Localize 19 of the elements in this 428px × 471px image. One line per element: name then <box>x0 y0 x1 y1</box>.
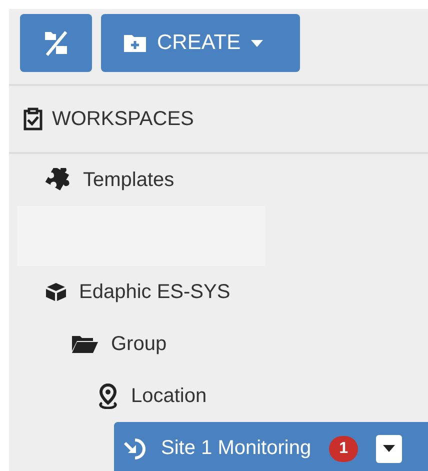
caret-icon <box>250 40 263 46</box>
folder-slash-icon <box>42 29 70 57</box>
tree-item[interactable]: Group <box>9 318 428 370</box>
tree-item[interactable]: Edaphic ES-SYS <box>9 266 428 318</box>
toggle-folders-button[interactable] <box>20 14 92 72</box>
tree-item[interactable]: Templates <box>9 154 428 206</box>
section-title: WORKSPACES <box>52 108 194 130</box>
tree-item[interactable]: Location <box>9 370 428 422</box>
folder-plus-icon <box>123 33 147 53</box>
clipboard-check-icon <box>23 107 43 131</box>
puzzle-icon <box>45 168 71 192</box>
map-pin-icon <box>97 383 119 409</box>
create-button[interactable]: CREATE <box>101 14 300 72</box>
selected-tree-item[interactable]: Site 1 Monitoring 1 <box>114 422 428 471</box>
count-badge: 1 <box>329 436 358 462</box>
cubes-icon <box>45 282 67 302</box>
dropdown-button[interactable] <box>376 434 402 462</box>
caret-icon <box>382 445 395 452</box>
folder-icon <box>71 334 99 354</box>
